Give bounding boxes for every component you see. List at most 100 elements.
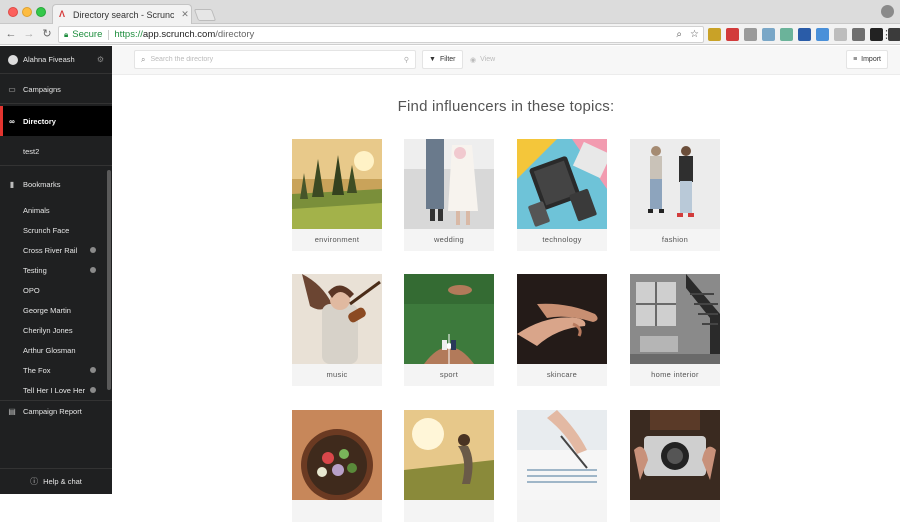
sidebar-item-directory[interactable]: ∞ Directory xyxy=(0,106,112,136)
bookmark-icon: ▮ xyxy=(9,179,15,189)
topic-label: wedding xyxy=(433,235,465,244)
topic-image xyxy=(404,274,494,364)
secure-label: Secure xyxy=(72,29,103,40)
topic-image xyxy=(292,410,382,500)
profile-avatar-icon[interactable] xyxy=(881,5,894,18)
url-host: app.scrunch.com xyxy=(142,29,216,40)
topic-image xyxy=(404,139,494,229)
filter-button[interactable]: ▼ Filter xyxy=(422,50,463,69)
topic-image xyxy=(630,410,720,500)
zoom-window-button[interactable] xyxy=(36,7,46,17)
help-chat-button[interactable]: ⓘ Help & chat xyxy=(0,468,112,494)
address-divider xyxy=(108,29,110,40)
search-box[interactable]: ⌕ ⚲ xyxy=(134,50,416,69)
topic-card-food[interactable] xyxy=(292,410,382,522)
zoom-search-icon[interactable]: ⌕ xyxy=(676,29,682,40)
view-button[interactable]: ◉ View xyxy=(464,50,501,69)
topic-card-technology[interactable]: technology xyxy=(517,139,607,251)
reload-icon[interactable]: ↻ xyxy=(40,27,54,41)
search-icon: ⌕ xyxy=(141,54,146,64)
bookmark-label: Animals xyxy=(23,205,50,215)
view-label: View xyxy=(480,56,496,63)
sidebar-item-label: test2 xyxy=(23,147,40,156)
extension-icon[interactable] xyxy=(780,28,793,41)
bookmark-item[interactable]: OPO xyxy=(0,280,104,300)
bookmark-item[interactable]: Arthur Glosman xyxy=(0,340,104,360)
bookmark-star-icon[interactable]: ☆ xyxy=(690,29,699,40)
bookmark-item[interactable]: Testing xyxy=(0,260,104,280)
topic-card-music[interactable]: music xyxy=(292,274,382,386)
topic-card-environment[interactable]: environment xyxy=(292,139,382,251)
extension-icon[interactable] xyxy=(798,28,811,41)
topic-card-photography[interactable] xyxy=(630,410,720,522)
import-button[interactable]: ≡ Import xyxy=(846,50,888,69)
bookmark-item[interactable]: George Martin xyxy=(0,300,104,320)
topic-card-fashion[interactable]: fashion xyxy=(630,139,720,251)
browser-titlebar: Ʌ Directory search - Scrunch ✕ xyxy=(0,0,900,24)
sidebar-item-label: Bookmarks xyxy=(23,179,61,189)
sidebar-scrollbar[interactable] xyxy=(107,170,111,390)
extension-icon[interactable] xyxy=(852,28,865,41)
back-arrow-icon[interactable]: ← xyxy=(4,27,18,41)
new-tab-button[interactable] xyxy=(193,9,217,21)
topic-label: technology xyxy=(542,235,582,244)
topic-card-art[interactable] xyxy=(517,410,607,522)
topic-label: fashion xyxy=(661,235,689,244)
bookmark-item[interactable]: Cherilyn Jones xyxy=(0,320,104,340)
bookmark-label: Cherilyn Jones xyxy=(23,325,73,335)
topic-card-skincare[interactable]: skincare xyxy=(517,274,607,386)
bookmark-item[interactable]: Cross River Rail xyxy=(0,240,104,260)
topic-image xyxy=(630,274,720,364)
eye-icon: ◉ xyxy=(470,56,477,64)
topic-card-outdoors[interactable] xyxy=(404,410,494,522)
sidebar-item-campaigns[interactable]: ▭ Campaigns xyxy=(0,76,112,104)
binoculars-icon: ∞ xyxy=(9,116,15,126)
topic-card-wedding[interactable]: wedding xyxy=(404,139,494,251)
bookmark-item[interactable]: Tell Her I Love Her xyxy=(0,380,104,400)
address-bar[interactable]: 🔒︎ Secure https:// app.scrunch.com /dire… xyxy=(58,26,704,43)
extension-icon[interactable] xyxy=(744,28,757,41)
scrunch-favicon-icon: Ʌ xyxy=(59,9,66,19)
tab-title: Directory search - Scrunch xyxy=(73,9,174,20)
lock-icon: 🔒︎ xyxy=(64,29,69,39)
minimize-window-button[interactable] xyxy=(22,7,32,17)
advanced-search-icon[interactable]: ⚲ xyxy=(404,56,409,64)
topic-label xyxy=(517,500,607,522)
directory-toolbar: ⌕ ⚲ ▼ Filter ◉ View ≡ Import xyxy=(112,46,900,75)
forward-arrow-icon[interactable]: → xyxy=(22,27,36,41)
bookmark-label: Scrunch Face xyxy=(23,225,70,235)
sidebar-item-campaign-report[interactable]: ▤ Campaign Report xyxy=(0,400,112,422)
topic-image xyxy=(517,139,607,229)
sidebar-item-label: Directory xyxy=(23,116,56,126)
filter-label: Filter xyxy=(439,56,456,63)
topic-image xyxy=(517,274,607,364)
help-label: Help & chat xyxy=(43,477,82,486)
extension-icon[interactable] xyxy=(762,28,775,41)
gear-icon[interactable]: ⚙ xyxy=(97,55,104,64)
shared-badge-icon xyxy=(90,267,96,273)
close-tab-icon[interactable]: ✕ xyxy=(179,9,191,20)
report-icon: ▤ xyxy=(8,407,16,416)
topic-card-home-interior[interactable]: home interior xyxy=(630,274,720,386)
topic-label: music xyxy=(326,370,348,379)
browser-menu-icon[interactable]: ⋮ xyxy=(881,28,892,41)
user-menu[interactable]: Alahna Fiveash ⚙ xyxy=(0,46,112,74)
bookmark-item[interactable]: The Fox xyxy=(0,360,104,380)
bookmark-item[interactable]: Scrunch Face xyxy=(0,220,104,240)
user-name: Alahna Fiveash xyxy=(23,55,75,64)
extension-icon[interactable] xyxy=(708,28,721,41)
browser-tab[interactable]: Ʌ Directory search - Scrunch ✕ xyxy=(52,4,192,24)
extension-icons xyxy=(708,28,900,41)
sidebar-item-test2[interactable]: test2 xyxy=(0,138,112,166)
topic-card-sport[interactable]: sport xyxy=(404,274,494,386)
extension-icon[interactable] xyxy=(834,28,847,41)
topic-label xyxy=(292,500,382,522)
extension-icon[interactable] xyxy=(816,28,829,41)
sidebar-item-bookmarks[interactable]: ▮ Bookmarks xyxy=(0,172,112,196)
close-window-button[interactable] xyxy=(8,7,18,17)
bookmark-item[interactable]: Animals xyxy=(0,200,104,220)
list-icon: ≡ xyxy=(853,56,858,63)
extension-icon[interactable] xyxy=(726,28,739,41)
bookmark-label: George Martin xyxy=(23,305,71,315)
search-input[interactable] xyxy=(150,56,399,63)
